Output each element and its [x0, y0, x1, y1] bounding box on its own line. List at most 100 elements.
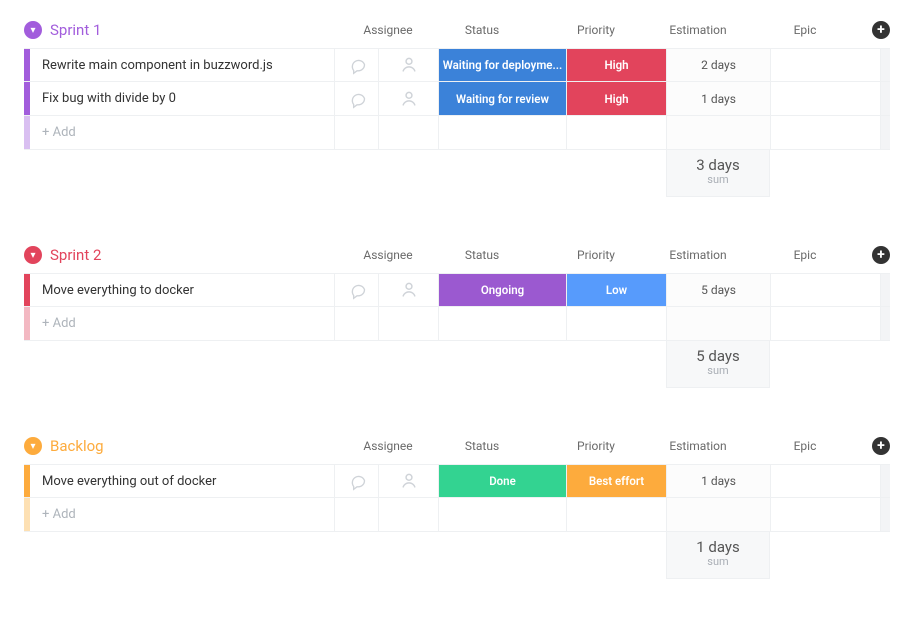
group-rows: Move everything to docker OngoingLow5 day… — [24, 273, 890, 341]
status-tag[interactable]: Waiting for deployme... — [439, 49, 566, 81]
group-rows: Move everything out of docker DoneBest ef… — [24, 464, 890, 532]
add-item-input[interactable]: + Add — [30, 116, 334, 149]
status-cell[interactable]: Waiting for deployme... — [438, 49, 566, 81]
add-column-button[interactable]: + — [872, 437, 890, 455]
row-end — [880, 274, 890, 306]
estimation-sum: 3 dayssum — [666, 150, 770, 197]
comment-icon[interactable] — [334, 465, 378, 497]
add-item-input[interactable]: + Add — [30, 498, 334, 531]
empty-cell — [334, 307, 378, 340]
group-header: ▾ Sprint 2 AssigneeStatusPriorityEstimatio… — [24, 243, 890, 267]
priority-cell[interactable]: High — [566, 82, 666, 115]
assignee-icon[interactable] — [378, 82, 438, 115]
estimation-cell[interactable]: 1 days — [666, 465, 770, 497]
add-item-row[interactable]: + Add — [24, 307, 890, 341]
empty-cell — [378, 498, 438, 531]
empty-cell — [438, 307, 566, 340]
col-header-assignee[interactable]: Assignee — [358, 23, 418, 37]
estimation-sum: 5 dayssum — [666, 341, 770, 388]
sum-label: sum — [667, 364, 769, 377]
col-header-status[interactable]: Status — [418, 248, 546, 262]
group-header: ▾ Backlog AssigneeStatusPriorityEstimation… — [24, 434, 890, 458]
priority-cell[interactable]: High — [566, 49, 666, 81]
col-header-status[interactable]: Status — [418, 439, 546, 453]
assignee-icon[interactable] — [378, 49, 438, 81]
status-tag[interactable]: Done — [439, 465, 566, 497]
item-title[interactable]: Move everything out of docker — [30, 465, 334, 497]
group-rows: Rewrite main component in buzzword.js Wai… — [24, 48, 890, 150]
status-tag[interactable]: Waiting for review — [439, 82, 566, 115]
add-column-button[interactable]: + — [872, 246, 890, 264]
table-row[interactable]: Move everything out of docker DoneBest ef… — [24, 464, 890, 498]
group-title[interactable]: Backlog — [50, 437, 104, 455]
empty-cell — [438, 498, 566, 531]
assignee-icon[interactable] — [378, 465, 438, 497]
item-title[interactable]: Rewrite main component in buzzword.js — [30, 49, 334, 81]
group-title[interactable]: Sprint 1 — [50, 21, 101, 39]
estimation-cell[interactable]: 2 days — [666, 49, 770, 81]
item-title[interactable]: Fix bug with divide by 0 — [30, 82, 334, 115]
add-item-row[interactable]: + Add — [24, 498, 890, 532]
status-cell[interactable]: Ongoing — [438, 274, 566, 306]
col-header-assignee[interactable]: Assignee — [358, 439, 418, 453]
row-end — [880, 116, 890, 149]
status-cell[interactable]: Done — [438, 465, 566, 497]
col-header-epic[interactable]: Epic — [750, 23, 860, 37]
col-header-priority[interactable]: Priority — [546, 23, 646, 37]
sum-value: 3 days — [667, 156, 769, 174]
group-summary: 5 dayssum — [24, 341, 890, 388]
estimation-cell[interactable]: 1 days — [666, 82, 770, 115]
chevron-down-icon[interactable]: ▾ — [24, 437, 42, 455]
status-cell[interactable]: Waiting for review — [438, 82, 566, 115]
sum-value: 1 days — [667, 538, 769, 556]
estimation-sum: 1 dayssum — [666, 532, 770, 579]
table-row[interactable]: Fix bug with divide by 0 Waiting for revi… — [24, 82, 890, 116]
col-header-estimation[interactable]: Estimation — [646, 248, 750, 262]
priority-tag[interactable]: High — [567, 82, 666, 115]
chevron-down-icon[interactable]: ▾ — [24, 21, 42, 39]
status-tag[interactable]: Ongoing — [439, 274, 566, 306]
col-header-estimation[interactable]: Estimation — [646, 23, 750, 37]
assignee-icon[interactable] — [378, 274, 438, 306]
table-row[interactable]: Rewrite main component in buzzword.js Wai… — [24, 48, 890, 82]
table-row[interactable]: Move everything to docker OngoingLow5 day… — [24, 273, 890, 307]
priority-cell[interactable]: Low — [566, 274, 666, 306]
col-header-priority[interactable]: Priority — [546, 439, 646, 453]
epic-cell[interactable] — [770, 465, 880, 497]
empty-cell — [666, 116, 770, 149]
empty-cell — [378, 116, 438, 149]
empty-cell — [770, 498, 880, 531]
comment-icon[interactable] — [334, 82, 378, 115]
chevron-down-icon[interactable]: ▾ — [24, 246, 42, 264]
priority-cell[interactable]: Best effort — [566, 465, 666, 497]
col-header-estimation[interactable]: Estimation — [646, 439, 750, 453]
add-column-button[interactable]: + — [872, 21, 890, 39]
priority-tag[interactable]: Low — [567, 274, 666, 306]
add-item-row[interactable]: + Add — [24, 116, 890, 150]
group: ▾ Backlog AssigneeStatusPriorityEstimation… — [24, 434, 890, 579]
priority-tag[interactable]: Best effort — [567, 465, 666, 497]
add-item-input[interactable]: + Add — [30, 307, 334, 340]
empty-cell — [566, 498, 666, 531]
epic-cell[interactable] — [770, 82, 880, 115]
estimation-cell[interactable]: 5 days — [666, 274, 770, 306]
col-header-status[interactable]: Status — [418, 23, 546, 37]
empty-cell — [566, 116, 666, 149]
epic-cell[interactable] — [770, 274, 880, 306]
comment-icon[interactable] — [334, 274, 378, 306]
empty-cell — [666, 307, 770, 340]
col-header-epic[interactable]: Epic — [750, 248, 860, 262]
col-header-epic[interactable]: Epic — [750, 439, 860, 453]
comment-icon[interactable] — [334, 49, 378, 81]
item-title[interactable]: Move everything to docker — [30, 274, 334, 306]
sum-label: sum — [667, 173, 769, 186]
epic-cell[interactable] — [770, 49, 880, 81]
empty-cell — [334, 116, 378, 149]
empty-cell — [566, 307, 666, 340]
row-end — [880, 307, 890, 340]
col-header-priority[interactable]: Priority — [546, 248, 646, 262]
col-header-assignee[interactable]: Assignee — [358, 248, 418, 262]
group-title[interactable]: Sprint 2 — [50, 246, 101, 264]
empty-cell — [378, 307, 438, 340]
priority-tag[interactable]: High — [567, 49, 666, 81]
